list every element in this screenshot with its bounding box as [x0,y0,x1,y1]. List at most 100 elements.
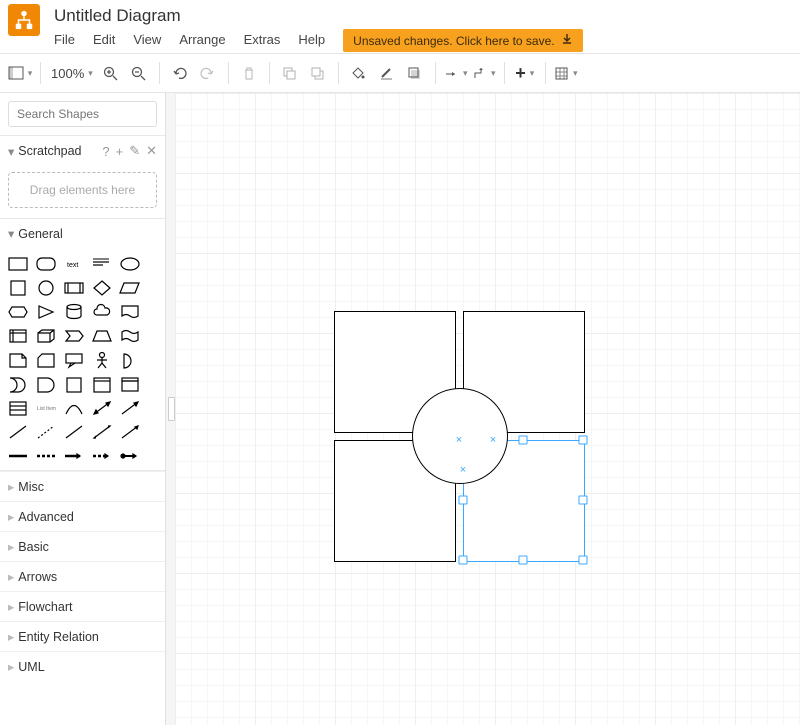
shape-thickline[interactable] [6,446,30,466]
insert-button[interactable]: +▾ [511,59,539,87]
shape-step[interactable] [62,326,86,346]
shape-arrow[interactable] [118,398,142,418]
zoom-select[interactable]: 100%▾ [47,66,97,81]
selection-handle[interactable] [579,436,588,445]
waypoint-style-button[interactable]: ▾ [470,59,498,87]
canvas-area[interactable]: × × × [166,93,800,725]
menu-edit[interactable]: Edit [93,28,125,53]
shape-tape[interactable] [118,326,142,346]
toolbar: ▾ 100%▾ ▾ ▾ +▾ ▾ [0,53,800,93]
shape-line[interactable] [6,422,30,442]
shape-card[interactable] [34,350,58,370]
general-header[interactable]: ▾ General [0,218,165,248]
shape-ellipse[interactable] [118,254,142,274]
category-basic[interactable]: ▸Basic [0,531,165,561]
shape-biarrow[interactable] [90,398,114,418]
shape-thickdasharrow[interactable] [90,446,114,466]
shape-and[interactable] [34,374,58,394]
category-advanced[interactable]: ▸Advanced [0,501,165,531]
document-title[interactable]: Untitled Diagram [54,4,792,28]
shape-line2[interactable] [62,422,86,442]
selection-handle[interactable] [579,556,588,565]
shape-parallelogram[interactable] [118,278,142,298]
scratchpad-header[interactable]: ▾ Scratchpad ? + ✎ ✕ [0,135,165,166]
to-back-button[interactable] [304,59,332,87]
selection-handle[interactable] [519,436,528,445]
fill-color-button[interactable] [345,59,373,87]
selection-handle[interactable] [459,496,468,505]
shape-process[interactable] [62,278,86,298]
shape-connector[interactable] [118,446,142,466]
shape-text[interactable]: text [62,254,86,274]
menu-view[interactable]: View [133,28,171,53]
shape-textbox[interactable] [90,254,114,274]
category-entity-relation[interactable]: ▸Entity Relation [0,621,165,651]
shape-arrow2[interactable] [118,422,142,442]
shape-cube[interactable] [34,326,58,346]
redo-button[interactable] [194,59,222,87]
zoom-out-button[interactable] [125,59,153,87]
undo-button[interactable] [166,59,194,87]
close-icon[interactable]: ✕ [146,143,157,159]
shape-roundrect[interactable] [34,254,58,274]
shape-circle[interactable] [34,278,58,298]
shape-diamond[interactable] [90,278,114,298]
scratchpad-dropzone[interactable]: Drag elements here [8,172,157,208]
delete-button[interactable] [235,59,263,87]
selection-handle[interactable] [519,556,528,565]
zoom-in-button[interactable] [97,59,125,87]
selection-handle[interactable] [579,496,588,505]
shape-thickdash[interactable] [34,446,58,466]
shape-datastore[interactable] [62,374,86,394]
shadow-button[interactable] [401,59,429,87]
category-flowchart[interactable]: ▸Flowchart [0,591,165,621]
shape-list[interactable] [6,398,30,418]
shape-cloud[interactable] [90,302,114,322]
shape-internal-storage[interactable] [6,326,30,346]
view-mode-button[interactable]: ▾ [6,59,34,87]
shape-biarrow2[interactable] [90,422,114,442]
connection-point[interactable]: × [454,435,464,445]
shape-hexagon[interactable] [6,302,30,322]
shape-document[interactable] [118,302,142,322]
menu-arrange[interactable]: Arrange [179,28,235,53]
shape-actor[interactable] [90,350,114,370]
shape-cylinder[interactable] [62,302,86,322]
shape-trapezoid[interactable] [90,326,114,346]
menu-extras[interactable]: Extras [244,28,291,53]
category-uml[interactable]: ▸UML [0,651,165,681]
search-input[interactable] [15,106,166,122]
connection-point[interactable]: × [488,435,498,445]
help-icon[interactable]: ? [102,144,109,159]
shape-thickarrow[interactable] [62,446,86,466]
menu-file[interactable]: File [54,28,85,53]
add-icon[interactable]: + [116,144,124,159]
shape-dashline[interactable] [34,422,58,442]
edit-icon[interactable]: ✎ [129,143,140,159]
shape-curve[interactable] [62,398,86,418]
connection-point[interactable]: × [458,465,468,475]
line-color-button[interactable] [373,59,401,87]
shape-triangle[interactable] [34,302,58,322]
to-front-button[interactable] [276,59,304,87]
shape-frame[interactable] [118,374,142,394]
category-list: ▸Misc ▸Advanced ▸Basic ▸Arrows ▸Flowchar… [0,470,165,681]
connection-style-button[interactable]: ▾ [442,59,470,87]
category-arrows[interactable]: ▸Arrows [0,561,165,591]
search-shapes[interactable] [8,101,157,127]
table-button[interactable]: ▾ [552,59,580,87]
shape-callout[interactable] [62,350,86,370]
shape-note[interactable] [6,350,30,370]
selection-handle[interactable] [459,556,468,565]
unsaved-text: Unsaved changes. Click here to save. [353,34,554,48]
shape-container[interactable] [90,374,114,394]
unsaved-banner[interactable]: Unsaved changes. Click here to save. [343,29,582,52]
shape-halfcircle[interactable] [118,350,142,370]
app-logo [8,4,40,36]
category-misc[interactable]: ▸Misc [0,471,165,501]
shape-rect[interactable] [6,254,30,274]
shape-square[interactable] [6,278,30,298]
menu-help[interactable]: Help [298,28,335,53]
shape-listitem[interactable]: List Item [34,398,58,418]
shape-or[interactable] [6,374,30,394]
